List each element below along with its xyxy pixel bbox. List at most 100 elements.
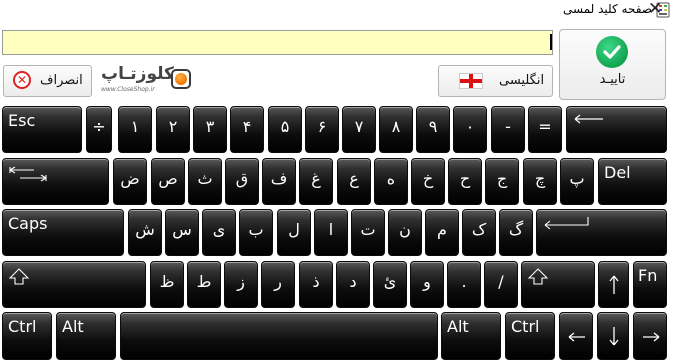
key-label: ۲ [168, 117, 178, 136]
key-ctrl-left[interactable]: Ctrl [2, 312, 52, 360]
key-space[interactable] [120, 312, 438, 360]
english-label: انگلیسی [499, 73, 545, 88]
key-ghaf[interactable]: ق [225, 158, 259, 205]
english-language-button[interactable]: انگلیسی [438, 65, 553, 97]
key-minus[interactable]: - [491, 106, 525, 153]
key-label: غ [311, 169, 321, 188]
key-za[interactable]: ظ [150, 261, 184, 308]
key-equals[interactable]: = [528, 106, 562, 153]
key-fn[interactable]: Fn [633, 261, 667, 308]
key-divide[interactable]: ÷ [86, 106, 112, 153]
key-2[interactable]: ۲ [156, 106, 190, 153]
key-up[interactable] [598, 261, 629, 308]
key-zal[interactable]: ذ [299, 261, 333, 308]
key-label: ۳ [205, 117, 215, 136]
english-flag-icon [459, 73, 483, 89]
key-sin[interactable]: س [165, 209, 199, 256]
logo-text: کلوزتـاپ [101, 64, 175, 84]
key-8[interactable]: ۸ [379, 106, 413, 153]
key-label: ح [459, 169, 471, 188]
key-label: Ctrl [8, 317, 37, 336]
cancel-button[interactable]: ✕ انصراف [3, 65, 92, 97]
key-jim[interactable]: ج [485, 158, 519, 205]
key-gaf[interactable]: گ [499, 209, 533, 256]
key-ghein[interactable]: غ [299, 158, 333, 205]
key-9[interactable]: ۹ [416, 106, 450, 153]
key-mim[interactable]: م [425, 209, 459, 256]
key-shift-left[interactable] [2, 261, 146, 308]
key-hhe[interactable]: ح [448, 158, 482, 205]
key-esc[interactable]: Esc [2, 106, 82, 153]
key-label: ع [349, 169, 359, 188]
key-del[interactable]: Del [598, 158, 667, 205]
key-label: Caps [8, 214, 48, 233]
key-dal[interactable]: د [336, 261, 370, 308]
key-se[interactable]: ث [188, 158, 222, 205]
close-icon[interactable]: ✕ [648, 0, 662, 19]
key-label: Del [604, 163, 631, 182]
key-label: ق [235, 169, 249, 188]
confirm-button[interactable]: تاییـد [559, 29, 666, 100]
key-label: ی [212, 220, 226, 239]
key-5[interactable]: ۵ [268, 106, 302, 153]
key-label: . [461, 272, 467, 291]
key-ctrl-right[interactable]: Ctrl [505, 312, 555, 360]
key-sad[interactable]: ص [151, 158, 185, 205]
key-enter[interactable] [536, 209, 667, 256]
key-khe[interactable]: خ [411, 158, 445, 205]
key-he[interactable]: ه [374, 158, 408, 205]
key-shin[interactable]: ش [128, 209, 162, 256]
key-alt-right[interactable]: Alt [441, 312, 501, 360]
key-label: ر [274, 272, 282, 291]
key-label: ذ [312, 272, 320, 291]
text-input[interactable] [2, 30, 553, 55]
key-label: ش [135, 220, 155, 239]
enter-arrow-icon [544, 217, 589, 230]
key-label: ۶ [317, 117, 327, 136]
key-label: و [423, 272, 431, 291]
key-ein[interactable]: ع [337, 158, 371, 205]
key-period[interactable]: . [447, 261, 481, 308]
key-be[interactable]: ب [239, 209, 273, 256]
key-te[interactable]: ت [351, 209, 385, 256]
key-shift-right[interactable] [521, 261, 595, 308]
key-ta[interactable]: ط [187, 261, 221, 308]
key-ye[interactable]: ی [202, 209, 236, 256]
key-label: گ [508, 220, 524, 239]
shift-arrow-icon [9, 268, 29, 285]
key-4[interactable]: ۴ [230, 106, 264, 153]
key-re[interactable]: ر [261, 261, 295, 308]
key-label: م [437, 220, 447, 239]
key-left[interactable] [559, 312, 593, 360]
key-pe[interactable]: پ [560, 158, 594, 205]
key-nun[interactable]: ن [388, 209, 422, 256]
key-6[interactable]: ۶ [305, 106, 339, 153]
key-vav[interactable]: و [410, 261, 444, 308]
key-che[interactable]: چ [523, 158, 557, 205]
key-3[interactable]: ۳ [193, 106, 227, 153]
key-fe[interactable]: ف [262, 158, 296, 205]
key-caps[interactable]: Caps [2, 209, 124, 256]
key-down[interactable] [597, 312, 629, 360]
key-alt-left[interactable]: Alt [56, 312, 116, 360]
key-label: ۸ [391, 117, 401, 136]
key-1[interactable]: ۱ [118, 106, 152, 153]
key-label: ت [360, 220, 376, 239]
key-ze[interactable]: ز [224, 261, 258, 308]
key-right[interactable] [633, 312, 667, 360]
key-tab[interactable] [2, 158, 109, 205]
key-7[interactable]: ۷ [342, 106, 376, 153]
key-slash[interactable]: / [484, 261, 518, 308]
key-backspace[interactable] [566, 106, 667, 153]
key-ye-hamza[interactable]: ئ [373, 261, 407, 308]
confirm-label: تاییـد [599, 72, 626, 87]
key-lam[interactable]: ل [277, 209, 311, 256]
key-zad[interactable]: ض [113, 158, 147, 205]
key-label: ض [120, 169, 140, 188]
key-label: ل [288, 220, 300, 239]
key-kaf[interactable]: ک [462, 209, 496, 256]
key-0[interactable]: ۰ [453, 106, 487, 153]
key-label: ط [196, 272, 212, 291]
key-label: ه [386, 169, 396, 188]
key-alef[interactable]: ا [314, 209, 348, 256]
